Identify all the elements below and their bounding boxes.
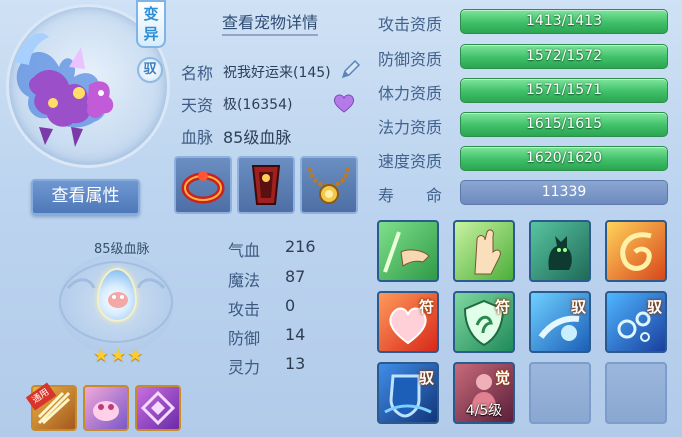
variant-badge: 变 异 bbox=[136, 0, 166, 48]
purple-diamond-icon bbox=[140, 390, 176, 426]
aptitude-value-attack: 1413/1413 bbox=[526, 13, 602, 29]
aptitude-label-magic: 法力资质 bbox=[378, 118, 443, 137]
life-value: 11339 bbox=[541, 184, 587, 200]
aptitude-label-speed: 速度资质 bbox=[378, 152, 443, 171]
dragon-armor-icon bbox=[251, 165, 281, 205]
stat-value-mp: 87 bbox=[285, 267, 306, 286]
aptitude-label-stamina: 体力资质 bbox=[378, 84, 443, 103]
skill-9-tag: 驭 bbox=[418, 369, 434, 387]
equip-slot-1[interactable] bbox=[174, 156, 232, 214]
stat-label-spirit: 灵力 bbox=[228, 358, 261, 377]
left-slot-3[interactable] bbox=[135, 385, 181, 431]
stat-value-spirit: 13 bbox=[285, 354, 306, 373]
skill-1[interactable] bbox=[377, 220, 439, 282]
talent-value: 极(16354) bbox=[223, 97, 293, 113]
open-palm-icon bbox=[474, 229, 501, 275]
skill-6-tag: 符 bbox=[494, 298, 510, 316]
skill-9[interactable]: 驭 bbox=[377, 362, 439, 424]
skill-slot-empty-1[interactable] bbox=[529, 362, 591, 424]
stat-label-mp: 魔法 bbox=[228, 271, 261, 290]
shadow-cat-icon bbox=[548, 236, 572, 270]
aptitude-bar-defense: 1572/1572 bbox=[460, 44, 668, 69]
life-label: 寿 命 bbox=[378, 186, 443, 205]
fire-swirl-icon bbox=[620, 232, 652, 271]
skill-5[interactable]: 符 bbox=[377, 291, 439, 353]
skill-7-tag: 驭 bbox=[570, 298, 586, 316]
variant-char-2: 异 bbox=[143, 25, 159, 43]
aptitude-bar-speed: 1620/1620 bbox=[460, 146, 668, 171]
stat-value-attack: 0 bbox=[285, 296, 296, 315]
skill-8-tag: 驭 bbox=[646, 298, 662, 316]
aptitude-bar-magic: 1615/1615 bbox=[460, 112, 668, 137]
pink-beast-icon bbox=[93, 401, 119, 421]
heart-icon[interactable] bbox=[332, 92, 356, 114]
skill-5-tag: 符 bbox=[418, 298, 434, 316]
skill-10-awaken[interactable]: 觉 4/5级 bbox=[453, 362, 515, 424]
aptitude-bar-stamina: 1571/1571 bbox=[460, 78, 668, 103]
pencil-icon[interactable] bbox=[340, 58, 362, 80]
pointing-hand-icon bbox=[383, 231, 430, 273]
aptitude-value-magic: 1615/1615 bbox=[526, 116, 602, 132]
bloodline-value: 85级血脉 bbox=[223, 128, 292, 147]
bloodline-creature-icon bbox=[108, 292, 128, 308]
red-ring-icon bbox=[181, 171, 225, 204]
bloodline-stars: ★★★ bbox=[93, 345, 145, 366]
skill-8[interactable]: 驭 bbox=[605, 291, 667, 353]
skill-7[interactable]: 驭 bbox=[529, 291, 591, 353]
skill-6[interactable]: 符 bbox=[453, 291, 515, 353]
skill-3[interactable] bbox=[529, 220, 591, 282]
equip-slot-2[interactable] bbox=[237, 156, 295, 214]
name-label: 名称 bbox=[181, 64, 214, 83]
variant-char-1: 变 bbox=[143, 5, 159, 23]
awaken-level: 4/5级 bbox=[465, 403, 503, 419]
view-attributes-button[interactable]: 查看属性 bbox=[31, 179, 140, 215]
view-pet-detail-link[interactable]: 查看宠物详情 bbox=[222, 9, 319, 36]
aptitude-label-attack: 攻击资质 bbox=[378, 15, 443, 34]
aptitude-value-stamina: 1571/1571 bbox=[526, 82, 602, 98]
tame-badge: 驭 bbox=[137, 57, 163, 83]
aptitude-label-defense: 防御资质 bbox=[378, 50, 443, 69]
gold-necklace-icon bbox=[308, 167, 350, 204]
name-value: 祝我好运来(145) bbox=[223, 65, 331, 81]
stat-label-hp: 气血 bbox=[228, 241, 261, 260]
stat-value-hp: 216 bbox=[285, 237, 316, 256]
bloodline-label: 血脉 bbox=[181, 128, 214, 147]
aptitude-value-speed: 1620/1620 bbox=[526, 150, 602, 166]
stat-value-defense: 14 bbox=[285, 325, 306, 344]
stat-label-attack: 攻击 bbox=[228, 300, 261, 319]
aptitude-bar-attack: 1413/1413 bbox=[460, 9, 668, 34]
skill-2[interactable] bbox=[453, 220, 515, 282]
life-bar: 11339 bbox=[460, 180, 668, 205]
aptitude-value-defense: 1572/1572 bbox=[526, 48, 602, 64]
stat-label-defense: 防御 bbox=[228, 329, 261, 348]
left-slot-2[interactable] bbox=[83, 385, 129, 431]
talent-label: 天资 bbox=[181, 96, 214, 115]
skill-4[interactable] bbox=[605, 220, 667, 282]
skill-10-tag: 觉 bbox=[494, 369, 510, 387]
equip-slot-3[interactable] bbox=[300, 156, 358, 214]
skill-slot-empty-2[interactable] bbox=[605, 362, 667, 424]
